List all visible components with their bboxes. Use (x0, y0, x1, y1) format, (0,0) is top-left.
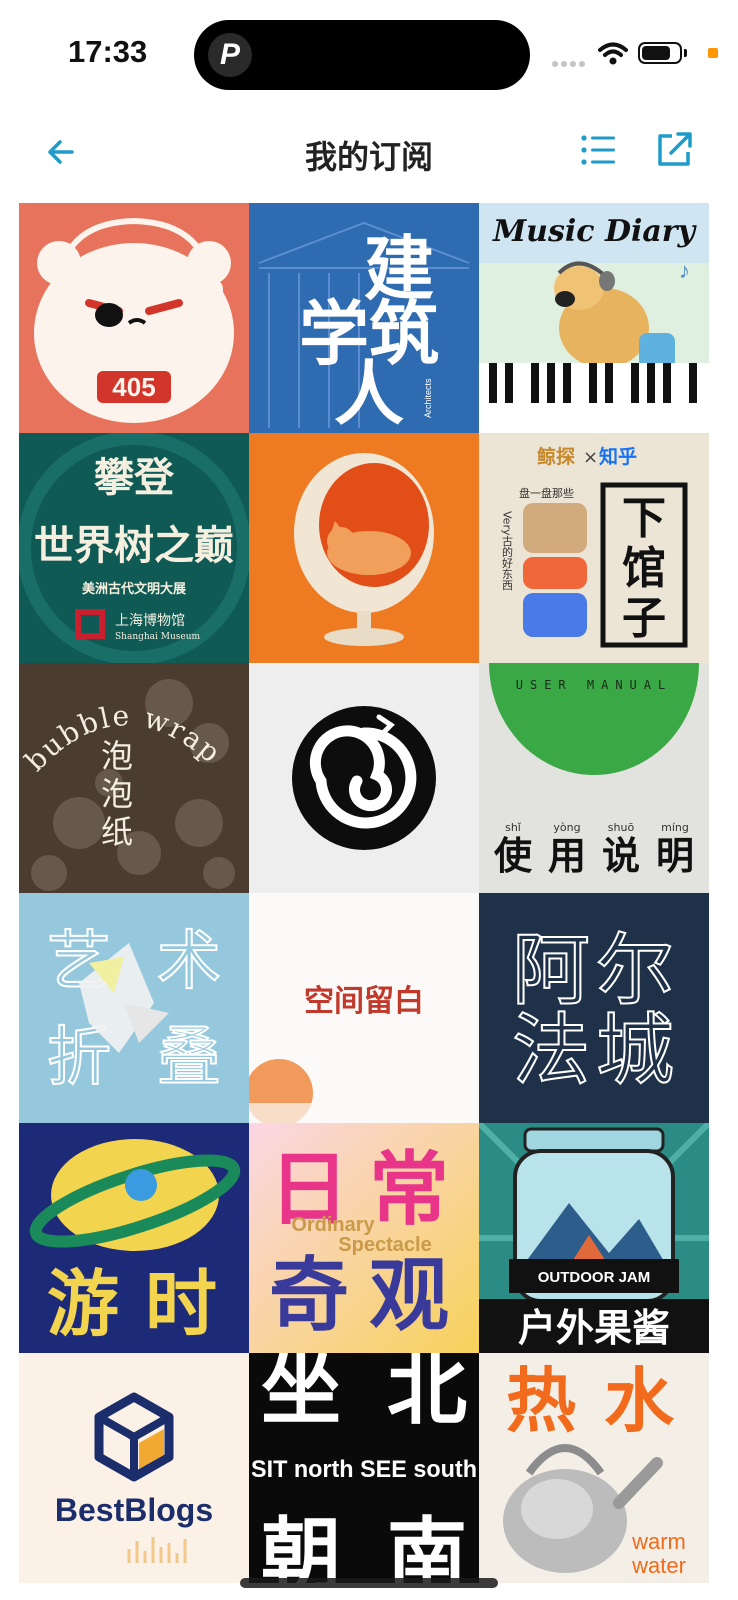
brand-jingtan: 鲸探 (537, 445, 575, 468)
title-line-1: 攀登 (94, 454, 175, 501)
brand-zhihu: 知乎 (599, 445, 637, 468)
status-bar: 17:33 P (0, 0, 738, 108)
manual-char-1: 使 (494, 833, 533, 878)
recording-indicator (708, 48, 718, 58)
podcast-cover-405[interactable]: 405 (19, 203, 249, 433)
sn-char-2: 北 (387, 1353, 467, 1436)
vertical-tagline: Very古的好东西 (501, 511, 514, 590)
podcast-cover-you-shi[interactable]: 游 时 (19, 1123, 249, 1353)
alpha-char-2: 尔 (596, 926, 674, 1016)
warm-en-1: warm (631, 1529, 686, 1554)
battery-cap (684, 49, 687, 57)
warm-char-2: 水 (604, 1360, 675, 1442)
cellular-signal-icon (552, 54, 588, 72)
os-char-3: 奇 (269, 1249, 349, 1342)
museum-name-en: Shanghai Museum (115, 632, 201, 642)
podcast-cover-bestblogs[interactable]: BestBlogs (19, 1353, 249, 1583)
alpha-char-1: 阿 (512, 926, 590, 1016)
podcast-cover-alphaville[interactable]: 阿 尔 法 城 (479, 893, 709, 1123)
app-logo-icon: P (208, 33, 252, 77)
podcast-cover-music-diary[interactable]: Music Diary ♪ (479, 203, 709, 433)
podcast-cover-outdoor-jam[interactable]: OUTDOOR JAM 户外果酱 (479, 1123, 709, 1353)
space-blank-title: 空间留白 (304, 984, 424, 1019)
exhibit-subtitle: 美洲古代文明大展 (82, 581, 187, 597)
sn-char-4: 南 (387, 1508, 467, 1583)
podcast-cover-ordinary-spectacle[interactable]: 日 常 奇 观 Ordinary Spectacle (249, 1123, 479, 1353)
art-char-2: 术 (157, 925, 221, 999)
podcast-cover-user-manual[interactable]: USER MANUAL shǐ yòng shuō míng 使 用 说 明 (479, 663, 709, 893)
brand-cross: × (583, 447, 598, 468)
warm-char-1: 热 (506, 1360, 576, 1442)
podcast-cover-cat-chair[interactable] (249, 433, 479, 663)
subtitle-architects: Architects (423, 378, 433, 418)
home-indicator[interactable] (240, 1578, 498, 1588)
os-char-2: 常 (369, 1143, 449, 1236)
external-link-icon[interactable] (654, 130, 694, 170)
navigation-bar: 我的订阅 (0, 108, 738, 196)
status-time: 17:33 (68, 34, 148, 69)
big-char-3: 子 (622, 593, 666, 644)
wifi-icon (598, 42, 628, 65)
vertical-char-2: 泡 (101, 775, 133, 813)
podcast-cover-bubble-wrap[interactable]: bubble wrap 泡 泡 纸 (19, 663, 249, 893)
alpha-char-3: 法 (512, 1006, 590, 1096)
sn-char-1: 坐 (261, 1353, 341, 1436)
big-char-2: 馆 (622, 543, 666, 594)
dynamic-island: P (194, 20, 530, 90)
manual-char-4: 明 (656, 833, 694, 878)
podcast-cover-xia-guan-zi[interactable]: 鲸探 × 知乎 盘一盘那些 Very古的好东西 下 馆 子 (479, 433, 709, 663)
os-char-4: 观 (369, 1249, 449, 1342)
alpha-char-4: 城 (596, 1006, 674, 1096)
sn-english: SIT north SEE south (251, 1456, 477, 1483)
podcast-cover-architects[interactable]: 建 学筑 人 Architects (249, 203, 479, 433)
music-note-icon: ♪ (679, 258, 690, 283)
shi-char: 时 (145, 1262, 217, 1346)
podcast-cover-world-tree[interactable]: 攀登 世界树之巅 美洲古代文明大展 上海博物馆 Shanghai Museum (19, 433, 249, 663)
jam-label: OUTDOOR JAM (538, 1269, 651, 1286)
podcast-cover-spiral[interactable] (249, 663, 479, 893)
podcast-cover-art-fold[interactable]: 艺 术 折 叠 (19, 893, 249, 1123)
bestblogs-wordmark: BestBlogs (55, 1492, 213, 1528)
you-char: 游 (47, 1262, 119, 1346)
sn-char-3: 朝 (261, 1508, 341, 1583)
battery-icon (638, 42, 682, 64)
subscription-grid: 405 建 学筑 人 Architects Music Diary ♪ 攀登 世… (19, 203, 719, 1600)
podcast-cover-sit-north[interactable]: 坐 北 SIT north SEE south 朝 南 (249, 1353, 479, 1583)
manual-char-3: 说 (602, 833, 640, 878)
list-icon[interactable] (578, 130, 618, 170)
title-line-2: 世界树之巅 (34, 522, 234, 569)
tagline: 盘一盘那些 (519, 486, 574, 500)
podcast-cover-warm-water[interactable]: 热 水 warm water (479, 1353, 709, 1583)
os-en-1: Ordinary (291, 1214, 375, 1236)
art-char-4: 叠 (157, 1021, 221, 1095)
page-title: 我的订阅 (304, 139, 433, 175)
podcast-cover-space-blank[interactable]: 空间留白 (249, 893, 479, 1123)
os-en-2: Spectacle (338, 1234, 431, 1256)
cover-title: Music Diary (492, 214, 698, 249)
badge-405: 405 (112, 372, 155, 402)
manual-char-2: 用 (548, 833, 586, 878)
vertical-char-1: 泡 (101, 737, 133, 775)
warm-en-2: water (631, 1553, 686, 1578)
vertical-char-3: 纸 (101, 813, 133, 851)
jam-title-cn: 户外果酱 (518, 1306, 670, 1350)
big-char-1: 下 (622, 493, 666, 544)
user-manual-label: USER MANUAL (516, 678, 672, 692)
title-char-3: 人 (334, 353, 404, 433)
museum-name-cn: 上海博物馆 (115, 612, 185, 629)
